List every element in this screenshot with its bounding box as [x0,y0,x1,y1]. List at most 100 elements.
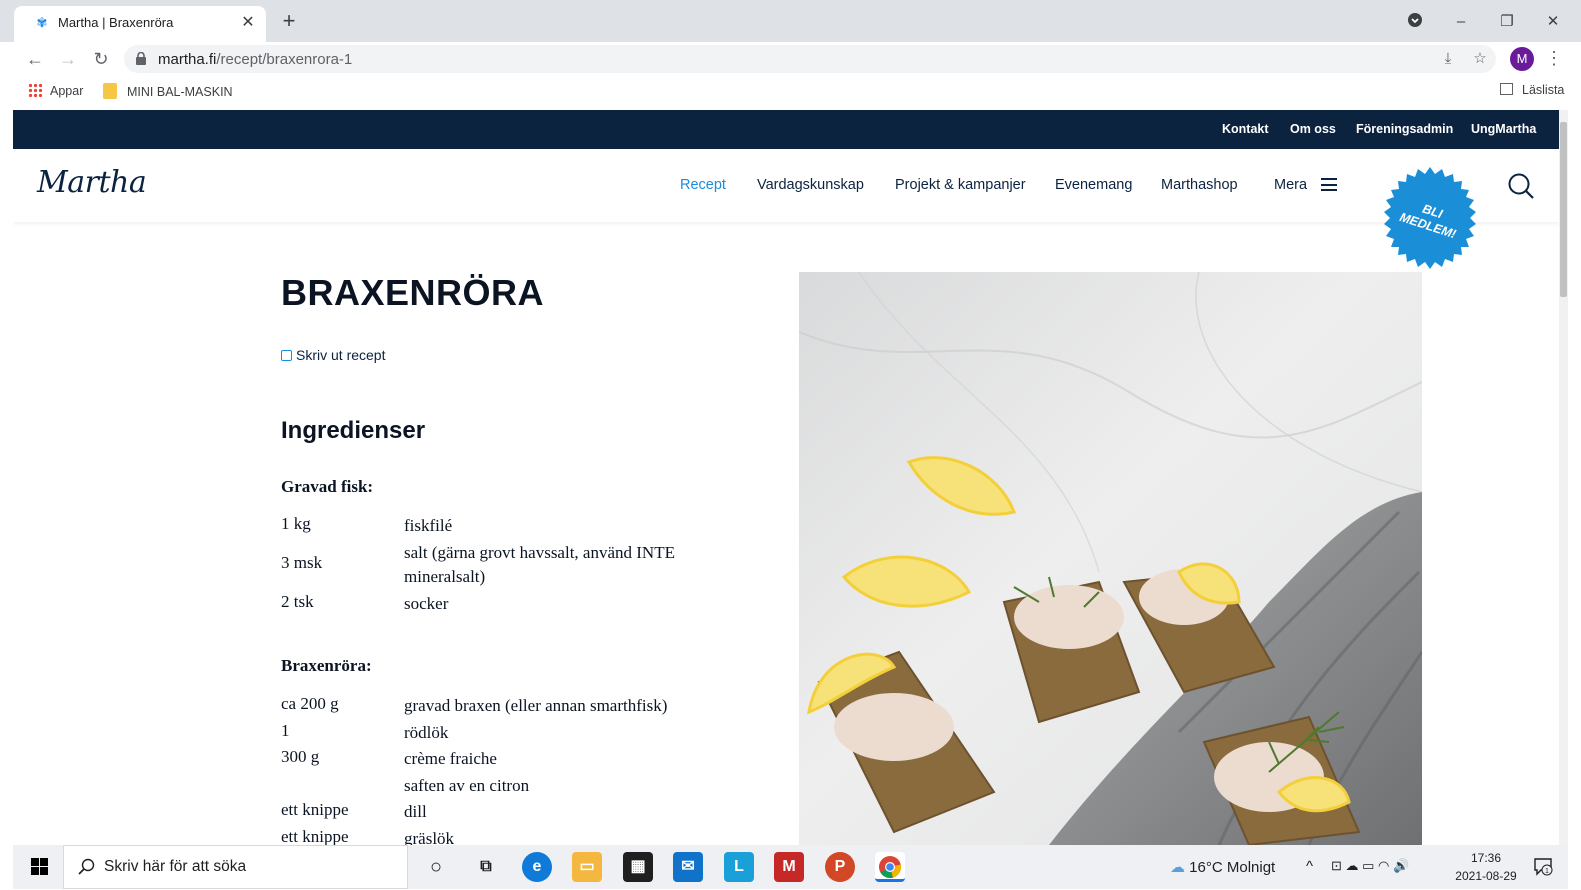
file-explorer-icon[interactable]: ▭ [572,852,602,882]
martha-website: Kontakt Om oss Föreningsadmin UngMartha … [13,110,1559,845]
ingredient-amount: ca 200 g [281,694,339,713]
weather-widget[interactable]: ☁ 16°C Molnigt [1170,858,1275,876]
print-recipe-link[interactable]: Skriv ut recept [281,347,385,363]
microsoft-store-icon[interactable]: ▦ [623,852,653,882]
cortana-icon[interactable]: ○ [421,852,451,882]
search-icon[interactable] [1507,172,1535,200]
bookmark-apps[interactable]: Appar [28,83,83,98]
ingredient-name: gravad braxen (eller annan smarthfisk) [404,696,668,715]
clock-date: 2021-08-29 [1455,869,1517,883]
mail-icon[interactable]: ✉ [673,852,703,882]
taskbar-clock[interactable]: 17:36 2021-08-29 [1454,849,1518,885]
martha-logo[interactable]: Martha [37,165,147,200]
bookmark-label: MINI BAL-MASKIN [127,85,233,99]
printer-icon [281,350,292,361]
ingredient-name: salt (gärna grovt havssalt, använd INTE … [404,543,675,586]
clock-time: 17:36 [1470,851,1502,865]
install-app-icon[interactable]: ⤓ [1437,49,1459,69]
utility-bar: Kontakt Om oss Föreningsadmin UngMartha [13,110,1559,149]
tray-icons[interactable]: ⊡ ☁ ▭ ◠ 🔊 [1331,858,1409,874]
ingredient-name: saften av en citron [404,776,530,795]
bookmark-star-icon[interactable]: ☆ [1469,49,1491,69]
powerpoint-icon[interactable]: P [825,852,855,882]
cloud-icon: ☁ [1170,859,1185,876]
ingredient-name: dill [404,802,427,821]
reading-list-icon [1500,83,1513,95]
ingredients-heading: Ingredienser [281,417,426,444]
tab-title: Martha | Braxenröra [58,15,174,30]
chrome-icon[interactable] [875,852,905,882]
nav-vardagskunskap[interactable]: Vardagskunskap [757,177,864,193]
topbar-link-foreningsadmin[interactable]: Föreningsadmin [1356,122,1453,136]
mcafee-icon[interactable]: M [774,852,804,882]
close-tab-icon[interactable]: ✕ [238,13,258,33]
profile-avatar[interactable]: M [1510,47,1534,71]
page-scrollbar[interactable] [1559,110,1568,845]
reload-icon[interactable]: ↻ [88,46,114,72]
address-bar[interactable]: martha.fi/recept/braxenrora-1 ⤓ ☆ [124,45,1496,73]
taskbar-search-placeholder: Skriv här för att söka [104,858,247,875]
ingredient-name: fiskfilé [404,516,453,535]
recipe-title: BRAXENRÖRA [281,272,545,313]
ingredient-amount: 3 msk [281,553,323,572]
ingredient-name: rödlök [404,723,449,742]
print-label: Skriv ut recept [296,347,386,363]
minimize-icon[interactable]: – [1450,12,1472,34]
martha-favicon-icon: ✾ [36,15,48,30]
nav-projekt-kampanjer[interactable]: Projekt & kampanjer [895,177,1026,193]
ingredient-group-heading: Braxenröra: [281,656,372,675]
browser-tab[interactable]: ✾ Martha | Braxenröra ✕ [14,6,266,42]
main-navigation: Martha Recept Vardagskunskap Projekt & k… [13,149,1559,222]
hamburger-menu-icon[interactable] [1321,178,1337,191]
bookmark-mini-bal-maskin[interactable]: MINI BAL-MASKIN [103,83,233,99]
url-path: /recept/braxenrora-1 [216,51,353,68]
bookmarks-bar: Appar MINI BAL-MASKIN Läslista [0,76,1581,106]
new-tab-button[interactable]: + [276,9,302,35]
ingredient-name: crème fraiche [404,749,497,768]
ingredient-amount: ett knippe [281,827,349,845]
topbar-link-ungmartha[interactable]: UngMartha [1471,122,1536,136]
ingredient-amount: ett knippe [281,800,349,819]
topbar-link-om-oss[interactable]: Om oss [1290,122,1336,136]
notification-count: 1 [1545,868,1549,875]
tray-chevron-icon[interactable]: ^ [1306,858,1313,875]
restore-icon[interactable]: ❐ [1496,12,1518,34]
close-window-icon[interactable]: ✕ [1542,12,1564,34]
nav-evenemang[interactable]: Evenemang [1055,177,1132,193]
ingredient-amount: 2 tsk [281,592,314,611]
back-icon[interactable]: ← [22,46,48,72]
reading-list-button[interactable]: Läslista [1500,83,1564,97]
nav-mera[interactable]: Mera [1274,177,1307,193]
ingredient-group-heading: Gravad fisk: [281,477,374,496]
become-member-badge[interactable]: BLI MEDLEM! [1378,167,1482,271]
lock-icon [136,52,146,65]
ingredient-amount: 300 g [281,747,320,766]
ingredient-amount: 1 kg [281,514,311,533]
nav-recept[interactable]: Recept [680,177,726,193]
search-icon [78,858,95,875]
taskbar-search-box[interactable]: Skriv här för att söka [63,845,408,889]
task-view-icon[interactable]: ⧉ [471,852,501,882]
notification-center-icon[interactable]: 1 [1533,856,1553,876]
l-app-icon[interactable]: L [724,852,754,882]
ingredient-name: socker [404,594,449,613]
windows-taskbar: Skriv här för att söka ○ ⧉ e ▭ ▦ ✉ L M P… [13,845,1568,889]
reading-list-label: Läslista [1522,83,1565,97]
chrome-menu-icon[interactable]: ⋮ [1545,47,1563,71]
ingredient-name: gräslök [404,829,455,845]
browser-chrome: ✾ Martha | Braxenröra ✕ + – ❐ ✕ ← → ↻ ma… [0,0,1581,110]
url-domain: martha.fi [158,51,217,68]
forward-icon[interactable]: → [55,46,81,72]
recipe-photo [799,272,1422,845]
windows-start-icon[interactable] [31,858,48,875]
scrollbar-thumb[interactable] [1560,122,1567,297]
nav-marthashop[interactable]: Marthashop [1161,177,1238,193]
topbar-link-kontakt[interactable]: Kontakt [1222,122,1269,136]
edge-icon[interactable]: e [522,852,552,882]
weather-text: 16°C Molnigt [1189,859,1276,876]
bookmark-label: Appar [50,84,84,98]
tab-strip: ✾ Martha | Braxenröra ✕ + – ❐ ✕ [0,0,1581,42]
folder-icon [103,83,117,99]
tab-search-icon[interactable] [1404,12,1426,34]
browser-toolbar: ← → ↻ martha.fi/recept/braxenrora-1 ⤓ ☆ … [0,42,1581,76]
